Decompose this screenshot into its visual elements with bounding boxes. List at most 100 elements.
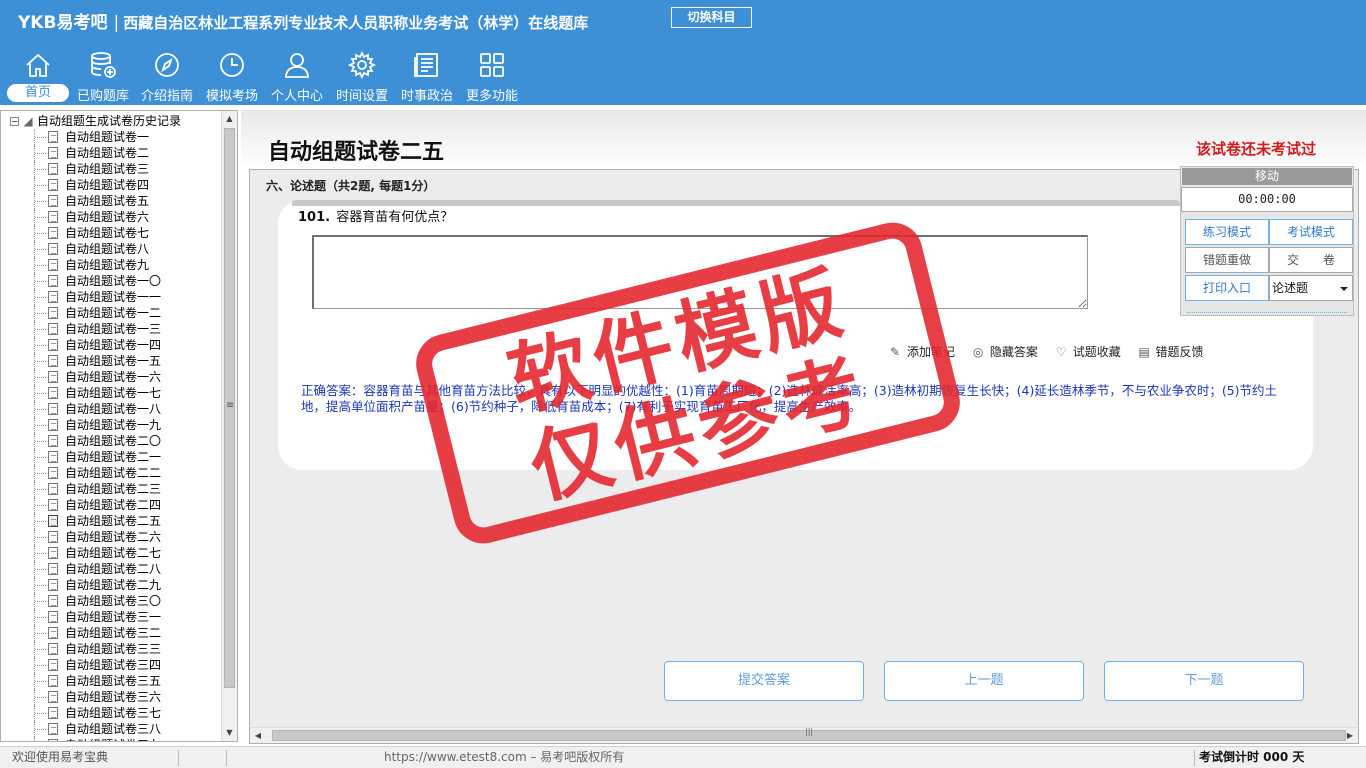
question-type-select[interactable]: 论述题: [1269, 275, 1353, 301]
hand-in-button[interactable]: 交 卷: [1269, 247, 1353, 273]
tree-item[interactable]: 自动组题试卷三五: [1, 673, 221, 689]
document-icon: [48, 259, 58, 271]
collapse-icon[interactable]: −: [10, 117, 19, 126]
tree-item-label: 自动组题试卷一一: [65, 290, 162, 304]
document-icon: [48, 739, 58, 741]
exam-control-panel: 移动 00:00:00 练习模式 考试模式 错题重做 交 卷 打印入口 论述题: [1180, 166, 1354, 316]
tree-item[interactable]: 自动组题试卷一八: [1, 401, 221, 417]
exam-countdown: 考试倒计时 000 天: [1199, 750, 1305, 764]
nav-mock-exam[interactable]: 模拟考场: [199, 48, 265, 104]
question-text: 101. 容器育苗有何优点？: [298, 206, 453, 225]
paper-title: 自动组题试卷二五: [268, 140, 445, 165]
hide-answer-link[interactable]: ◎ 隐藏答案: [973, 343, 1038, 360]
tree-item[interactable]: 自动组题试卷四: [1, 177, 221, 193]
tree-item[interactable]: 自动组题试卷三三: [1, 641, 221, 657]
document-icon: [48, 147, 58, 159]
tree-item[interactable]: 自动组题试卷一七: [1, 385, 221, 401]
nav-purchased[interactable]: 已购题库: [70, 48, 136, 104]
chevron-down-icon: [1340, 287, 1348, 291]
tree-item[interactable]: 自动组题试卷五: [1, 193, 221, 209]
tree-root[interactable]: − 自动组题生成试卷历史记录: [10, 113, 181, 129]
tree-item[interactable]: 自动组题试卷三七: [1, 705, 221, 721]
tree-item[interactable]: 自动组题试卷二五: [1, 513, 221, 529]
move-handle[interactable]: 移动: [1182, 168, 1352, 185]
tree-item[interactable]: 自动组题试卷一四: [1, 337, 221, 353]
tree-item[interactable]: 自动组题试卷三: [1, 161, 221, 177]
tree-item[interactable]: 自动组题试卷一: [1, 129, 221, 145]
document-icon: [48, 387, 58, 399]
exam-mode-button[interactable]: 考试模式: [1269, 219, 1353, 245]
practice-mode-button[interactable]: 练习模式: [1185, 219, 1269, 245]
nav-more[interactable]: 更多功能: [459, 48, 525, 104]
folder-icon: [23, 117, 33, 126]
main-hscrollbar[interactable]: ◀ ▶: [250, 727, 1358, 743]
document-icon: [48, 579, 58, 591]
tree-item[interactable]: 自动组题试卷九: [1, 257, 221, 273]
tree-item[interactable]: 自动组题试卷八: [1, 241, 221, 257]
nav-home[interactable]: 首页: [5, 48, 71, 104]
paper-history-tree[interactable]: − 自动组题生成试卷历史记录 自动组题试卷一 自动组题试卷二 自动组题试卷三 自动组题试…: [0, 110, 238, 742]
tree-item[interactable]: 自动组题试卷二: [1, 145, 221, 161]
tree-item-label: 自动组题试卷二三: [65, 482, 162, 496]
tree-item-label: 自动组题试卷一四: [65, 338, 162, 352]
status-divider: [178, 750, 179, 766]
switch-subject-button[interactable]: 切换科目: [671, 7, 752, 28]
tree-item[interactable]: 自动组题试卷三二: [1, 625, 221, 641]
tree-item[interactable]: 自动组题试卷二六: [1, 529, 221, 545]
tree-item[interactable]: 自动组题试卷三六: [1, 689, 221, 705]
tree-item-label: 自动组题试卷二六: [65, 530, 162, 544]
nav-current-affairs[interactable]: 时事政治: [394, 48, 460, 104]
tree-item[interactable]: 自动组题试卷三八: [1, 721, 221, 737]
tree-item[interactable]: 自动组题试卷六: [1, 209, 221, 225]
tree-item[interactable]: 自动组题试卷一一: [1, 289, 221, 305]
favorite-link[interactable]: ♡ 试题收藏: [1056, 343, 1121, 360]
document-icon: [48, 515, 58, 527]
nav-label: 模拟考场: [205, 89, 258, 104]
tree-item[interactable]: 自动组题试卷一二: [1, 305, 221, 321]
tree-item-label: 自动组题试卷六: [65, 210, 150, 224]
tree-item[interactable]: 自动组题试卷二〇: [1, 433, 221, 449]
document-icon: [48, 275, 58, 287]
tree-item[interactable]: 自动组题试卷三四: [1, 657, 221, 673]
nav-guide[interactable]: 介绍指南: [134, 48, 200, 104]
home-icon: [26, 53, 50, 77]
prev-question-button[interactable]: 上一题: [884, 661, 1084, 701]
tree-item-label: 自动组题试卷三一: [65, 610, 162, 624]
document-icon: [48, 675, 58, 687]
tree-item[interactable]: 自动组题试卷一六: [1, 369, 221, 385]
tree-item[interactable]: 自动组题试卷三一: [1, 609, 221, 625]
report-error-link[interactable]: ▤ 错题反馈: [1139, 343, 1204, 360]
app-title-bar: YKB易考吧 | 西藏自治区林业工程系列专业技术人员职称业务考试（林学）在线题库: [18, 13, 589, 33]
submit-answer-button[interactable]: 提交答案: [664, 661, 864, 701]
tree-item[interactable]: 自动组题试卷二二: [1, 465, 221, 481]
redo-wrong-button[interactable]: 错题重做: [1185, 247, 1269, 273]
next-question-button[interactable]: 下一题: [1104, 661, 1304, 701]
grid-icon: [480, 53, 504, 77]
tree-item-label: 自动组题试卷二〇: [65, 434, 162, 448]
tree-item[interactable]: 自动组题试卷七: [1, 225, 221, 241]
scroll-left-icon[interactable]: ◀: [250, 728, 266, 744]
document-icon: [48, 627, 58, 639]
tree-item[interactable]: 自动组题试卷二七: [1, 545, 221, 561]
tree-item[interactable]: 自动组题试卷二四: [1, 497, 221, 513]
tree-item-label: 自动组题试卷二九: [65, 578, 162, 592]
tree-item[interactable]: 自动组题试卷一九: [1, 417, 221, 433]
tree-item[interactable]: 自动组题试卷二三: [1, 481, 221, 497]
panel-splitter[interactable]: ≡: [222, 110, 240, 742]
tree-item[interactable]: 自动组题试卷三九: [1, 737, 221, 741]
section-header: 六、论述题（共2题, 每题1分）: [266, 179, 436, 193]
scroll-right-icon[interactable]: ▶: [1342, 728, 1358, 744]
tree-item[interactable]: 自动组题试卷二八: [1, 561, 221, 577]
print-entry-button[interactable]: 打印入口: [1185, 275, 1269, 301]
tree-item[interactable]: 自动组题试卷一五: [1, 353, 221, 369]
newspaper-icon: [414, 53, 438, 77]
tree-item[interactable]: 自动组题试卷三〇: [1, 593, 221, 609]
tree-item[interactable]: 自动组题试卷一〇: [1, 273, 221, 289]
hscroll-thumb[interactable]: [272, 727, 1346, 741]
nav-time-settings[interactable]: 时间设置: [329, 48, 395, 104]
tree-item[interactable]: 自动组题试卷二九: [1, 577, 221, 593]
tree-item[interactable]: 自动组题试卷一三: [1, 321, 221, 337]
document-icon: [48, 291, 58, 303]
nav-personal[interactable]: 个人中心: [264, 48, 330, 104]
tree-item[interactable]: 自动组题试卷二一: [1, 449, 221, 465]
